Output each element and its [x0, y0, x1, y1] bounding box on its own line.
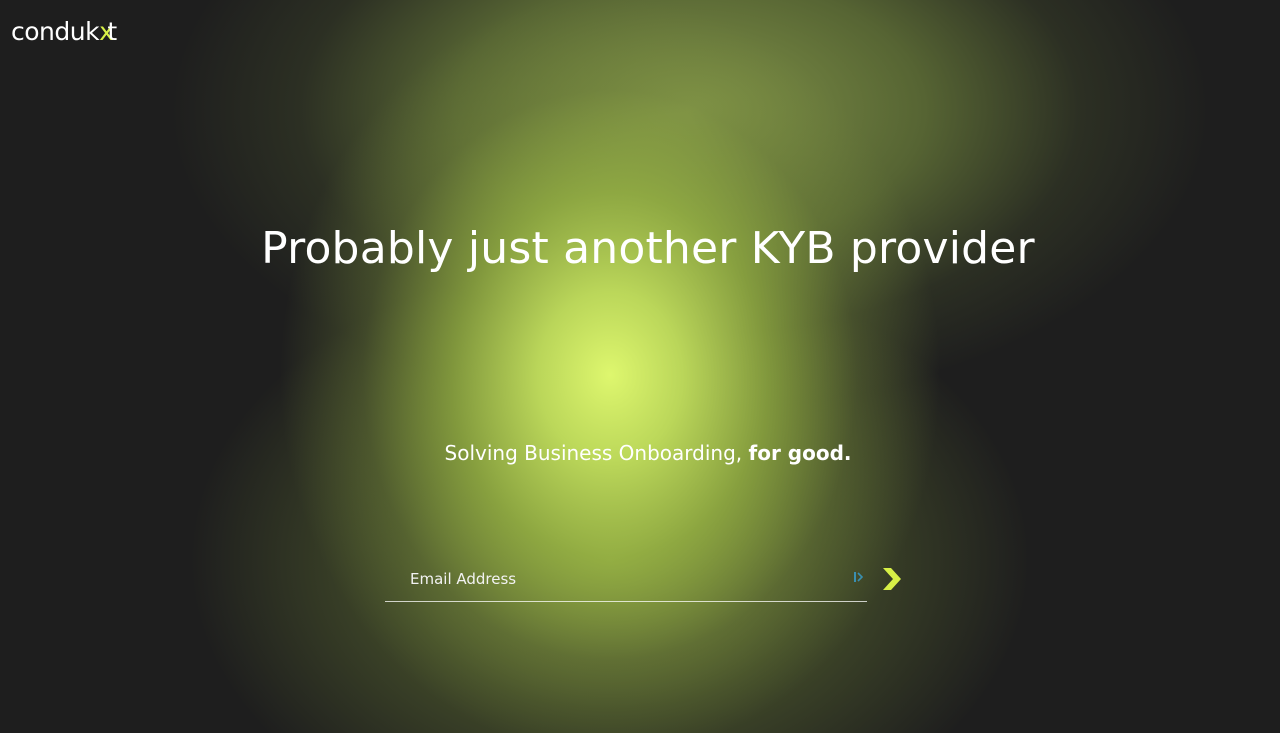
background-glow [0, 0, 1280, 733]
landing-page: condu k x t Probably just another KYB provi… [0, 0, 1280, 733]
tagline-regular: Solving Business Onboarding, [444, 441, 749, 465]
hero-headline: Probably just another KYB provider [261, 223, 1035, 274]
logo-text-suffix: t [107, 17, 117, 46]
autofill-key-icon[interactable] [853, 571, 863, 583]
submit-button[interactable] [879, 564, 907, 594]
logo-text-prefix: condu [11, 17, 86, 46]
logo-text-k: k [85, 17, 100, 46]
chevron-right-icon [883, 568, 901, 590]
tagline-bold: for good. [748, 441, 852, 465]
hero-tagline: Solving Business Onboarding, for good. [0, 441, 1280, 465]
email-input[interactable] [385, 556, 867, 602]
logo[interactable]: condu k x t [11, 17, 117, 46]
signup-form [385, 556, 925, 604]
